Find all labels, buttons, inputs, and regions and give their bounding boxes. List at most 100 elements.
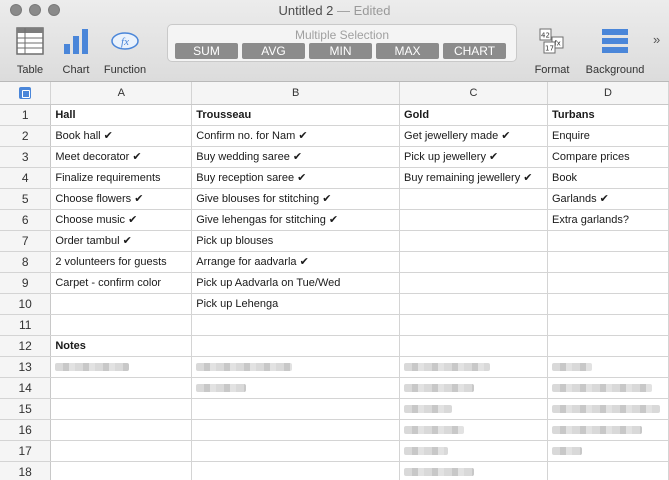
redacted-cell[interactable] [399, 461, 548, 480]
cell-c4[interactable]: Buy remaining jewellery ✔ [399, 167, 548, 189]
cell-c8[interactable] [399, 251, 548, 273]
redacted-cell[interactable] [399, 419, 548, 441]
redacted-cell[interactable] [191, 356, 401, 378]
redacted-cell[interactable] [50, 398, 193, 420]
cell-a2[interactable]: Book hall ✔ [50, 125, 193, 147]
format-tool-button[interactable]: 42 fx 17 Format [520, 26, 584, 76]
row-header[interactable]: 18 [0, 461, 52, 480]
cell-d3[interactable]: Compare prices [547, 146, 669, 168]
cell-a7[interactable]: Order tambul ✔ [50, 230, 193, 252]
select-all-corner[interactable] [0, 82, 52, 105]
row-header[interactable]: 2 [0, 125, 52, 147]
cell-d5[interactable]: Garlands ✔ [547, 188, 669, 210]
row-header[interactable]: 5 [0, 188, 52, 210]
cell-d4[interactable]: Book [547, 167, 669, 189]
cell-c12[interactable] [399, 335, 548, 357]
redacted-cell[interactable] [547, 398, 669, 420]
cell-c3[interactable]: Pick up jewellery ✔ [399, 146, 548, 168]
row-header[interactable]: 3 [0, 146, 52, 168]
row-header[interactable]: 15 [0, 398, 52, 420]
row-header[interactable]: 4 [0, 167, 52, 189]
cell-d10[interactable] [547, 293, 669, 315]
cell-b12[interactable] [191, 335, 401, 357]
cell-c5[interactable] [399, 188, 548, 210]
redacted-cell[interactable] [191, 377, 401, 399]
cell-b3[interactable]: Buy wedding saree ✔ [191, 146, 401, 168]
cell-a12[interactable]: Notes [50, 335, 193, 357]
row-header[interactable]: 7 [0, 230, 52, 252]
sum-button[interactable]: SUM [175, 43, 238, 59]
cell-d2[interactable]: Enquire [547, 125, 669, 147]
redacted-cell[interactable] [399, 440, 548, 462]
cell-a6[interactable]: Choose music ✔ [50, 209, 193, 231]
cell-d7[interactable] [547, 230, 669, 252]
cell-a4[interactable]: Finalize requirements [50, 167, 193, 189]
column-header-d[interactable]: D [547, 82, 669, 105]
row-header[interactable]: 10 [0, 293, 52, 315]
row-header[interactable]: 9 [0, 272, 52, 294]
redacted-cell[interactable] [547, 377, 669, 399]
function-tool-button[interactable]: fx Function [93, 26, 157, 76]
cell-a1[interactable]: Hall [50, 104, 193, 126]
cell-a3[interactable]: Meet decorator ✔ [50, 146, 193, 168]
row-header[interactable]: 16 [0, 419, 52, 441]
cell-a8[interactable]: 2 volunteers for guests [50, 251, 193, 273]
row-header[interactable]: 6 [0, 209, 52, 231]
column-header-a[interactable]: A [50, 82, 193, 105]
cell-b4[interactable]: Buy reception saree ✔ [191, 167, 401, 189]
redacted-cell[interactable] [191, 398, 401, 420]
cell-d12[interactable] [547, 335, 669, 357]
cell-c7[interactable] [399, 230, 548, 252]
cell-b1[interactable]: Trousseau [191, 104, 401, 126]
cell-a11[interactable] [50, 314, 193, 336]
min-button[interactable]: MIN [309, 43, 372, 59]
background-tool-button[interactable]: Background [583, 26, 647, 76]
cell-b11[interactable] [191, 314, 401, 336]
more-tools-chevron-icon[interactable]: » [653, 32, 660, 47]
redacted-cell[interactable] [50, 356, 193, 378]
cell-d6[interactable]: Extra garlands? [547, 209, 669, 231]
redacted-cell[interactable] [191, 440, 401, 462]
row-header[interactable]: 1 [0, 104, 52, 126]
cell-b6[interactable]: Give lehengas for stitching ✔ [191, 209, 401, 231]
cell-c2[interactable]: Get jewellery made ✔ [399, 125, 548, 147]
redacted-cell[interactable] [399, 356, 548, 378]
column-header-b[interactable]: B [191, 82, 401, 105]
row-header[interactable]: 14 [0, 377, 52, 399]
cell-b10[interactable]: Pick up Lehenga [191, 293, 401, 315]
row-header[interactable]: 17 [0, 440, 52, 462]
redacted-cell[interactable] [399, 377, 548, 399]
redacted-cell[interactable] [547, 419, 669, 441]
redacted-cell[interactable] [50, 419, 193, 441]
cell-a5[interactable]: Choose flowers ✔ [50, 188, 193, 210]
cell-a9[interactable]: Carpet - confirm color [50, 272, 193, 294]
redacted-cell[interactable] [399, 398, 548, 420]
chart-button[interactable]: CHART [443, 43, 506, 59]
redacted-cell[interactable] [547, 356, 669, 378]
cell-b9[interactable]: Pick up Aadvarla on Tue/Wed [191, 272, 401, 294]
redacted-cell[interactable] [50, 440, 193, 462]
cell-c10[interactable] [399, 293, 548, 315]
cell-b7[interactable]: Pick up blouses [191, 230, 401, 252]
redacted-cell[interactable] [50, 377, 193, 399]
cell-d1[interactable]: Turbans [547, 104, 669, 126]
row-header[interactable]: 13 [0, 356, 52, 378]
cell-c1[interactable]: Gold [399, 104, 548, 126]
max-button[interactable]: MAX [376, 43, 439, 59]
column-header-c[interactable]: C [399, 82, 548, 105]
redacted-cell[interactable] [50, 461, 193, 480]
cell-c9[interactable] [399, 272, 548, 294]
cell-b8[interactable]: Arrange for aadvarla ✔ [191, 251, 401, 273]
redacted-cell[interactable] [547, 440, 669, 462]
avg-button[interactable]: AVG [242, 43, 305, 59]
cell-d8[interactable] [547, 251, 669, 273]
row-header[interactable]: 12 [0, 335, 52, 357]
redacted-cell[interactable] [191, 461, 401, 480]
cell-a10[interactable] [50, 293, 193, 315]
cell-c11[interactable] [399, 314, 548, 336]
cell-b5[interactable]: Give blouses for stitching ✔ [191, 188, 401, 210]
redacted-cell[interactable] [547, 461, 669, 480]
redacted-cell[interactable] [191, 419, 401, 441]
cell-b2[interactable]: Confirm no. for Nam ✔ [191, 125, 401, 147]
cell-d11[interactable] [547, 314, 669, 336]
